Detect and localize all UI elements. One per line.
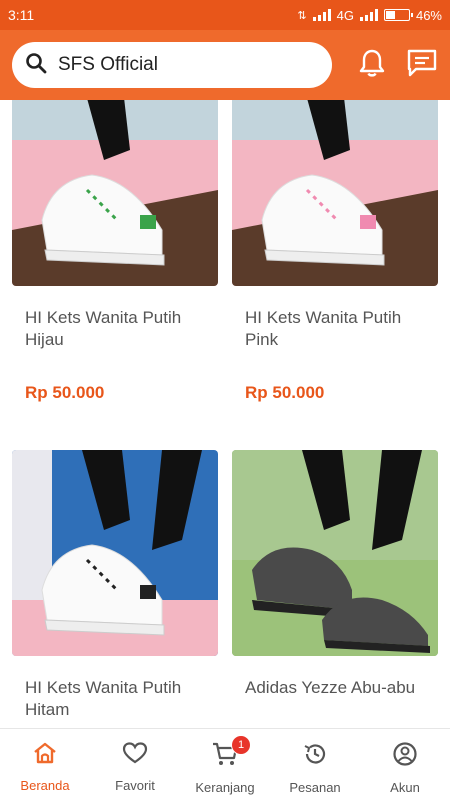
app-header — [0, 30, 450, 100]
product-price: Rp 50.000 — [25, 383, 105, 402]
product-price: Rp 50.000 — [245, 383, 325, 402]
product-image[interactable] — [12, 450, 218, 656]
product-image[interactable] — [232, 450, 438, 656]
status-time: 3:11 — [8, 7, 35, 23]
data-activity-icon: ⇅ — [297, 9, 307, 22]
history-icon — [302, 741, 328, 772]
search-input[interactable] — [58, 54, 298, 76]
nav-item-keranjang[interactable]: 1 Keranjang — [180, 729, 270, 800]
battery-icon — [383, 9, 413, 21]
product-grid: HI Kets Wanita Putih Hijau Rp 50.000 HI Ke… — [12, 100, 438, 728]
home-icon — [32, 741, 58, 770]
product-feed[interactable]: HI Kets Wanita Putih Hijau Rp 50.000 HI Ke… — [0, 100, 450, 728]
account-icon — [392, 741, 418, 772]
bell-icon[interactable] — [358, 48, 386, 83]
nav-label: Favorit — [115, 778, 155, 793]
nav-item-favorit[interactable]: Favorit — [90, 729, 180, 800]
bottom-navigation: Beranda Favorit 1 Keranjang Pesanan Akun — [0, 728, 450, 800]
nav-item-akun[interactable]: Akun — [360, 729, 450, 800]
nav-label: Beranda — [20, 778, 70, 793]
network-type: 4G — [336, 7, 354, 23]
product-title[interactable]: HI Kets Wanita Putih Pink — [232, 307, 438, 351]
chat-icon[interactable] — [406, 48, 438, 83]
product-title[interactable]: HI Kets Wanita Putih Hitam — [12, 677, 218, 721]
search-bar[interactable] — [12, 42, 332, 88]
cell-signal-icon-2 — [359, 9, 378, 21]
battery-fill — [385, 11, 396, 19]
status-bar: 3:11 ⇅ 4G 46% — [0, 0, 450, 30]
nav-item-beranda[interactable]: Beranda — [0, 729, 90, 800]
product-title[interactable]: HI Kets Wanita Putih Hijau — [12, 307, 218, 351]
search-icon — [24, 51, 48, 80]
product-image[interactable] — [232, 100, 438, 286]
nav-item-pesanan[interactable]: Pesanan — [270, 729, 360, 800]
product-card[interactable]: HI Kets Wanita Putih Hijau Rp 50.000 — [12, 100, 218, 450]
heart-icon — [122, 741, 148, 770]
status-indicators: ⇅ 4G 46% — [297, 8, 442, 23]
nav-label: Akun — [390, 780, 420, 795]
product-card[interactable]: Adidas Yezze Abu-abuRp 55.000 — [232, 450, 438, 728]
nav-label: Keranjang — [195, 780, 255, 795]
product-card[interactable]: HI Kets Wanita Putih Pink Rp 50.000 — [232, 100, 438, 450]
product-image[interactable] — [12, 100, 218, 286]
cart-count-badge: 1 — [231, 735, 251, 755]
product-title[interactable]: Adidas Yezze Abu-abu — [232, 677, 438, 721]
cell-signal-icon — [312, 9, 331, 21]
nav-label: Pesanan — [289, 780, 341, 795]
battery-percent: 46% — [415, 7, 442, 23]
product-card[interactable]: HI Kets Wanita Putih HitamRp 50.000 — [12, 450, 218, 728]
